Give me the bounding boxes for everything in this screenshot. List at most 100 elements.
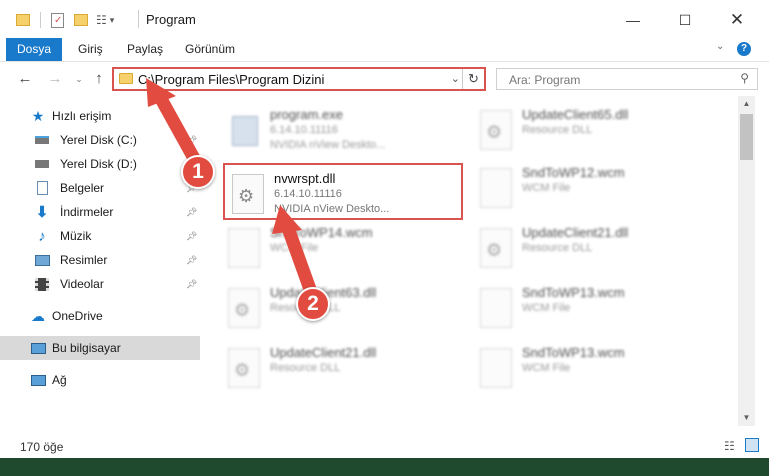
file-item[interactable]: program.exe 6.14.10.11116 NVIDIA nView D…: [222, 102, 452, 160]
pin-icon[interactable]: 📌︎: [186, 279, 197, 290]
pin-icon[interactable]: 📌︎: [186, 231, 197, 242]
sidebar-item-downloads[interactable]: ⬇ İndirmeler 📌︎: [0, 200, 200, 224]
file-item[interactable]: SndToWP13.wcm WCM File: [474, 280, 704, 338]
chevron-down-icon[interactable]: ⌄: [716, 41, 724, 52]
file-type: Resource DLL: [270, 362, 341, 374]
sidebar-item-label: Ağ: [52, 373, 67, 387]
pin-icon[interactable]: 📌︎: [186, 255, 197, 266]
file-name: UpdateClient65.dll: [522, 107, 629, 122]
search-icon[interactable]: ⚲: [740, 71, 749, 85]
large-icons-view-icon[interactable]: [745, 438, 759, 452]
file-name: program.exe: [270, 107, 343, 122]
file-item[interactable]: SndToWP13.wcm WCM File: [474, 340, 704, 398]
new-folder-icon[interactable]: [74, 14, 88, 26]
chevron-down-icon[interactable]: ⌄: [70, 69, 88, 89]
film-icon: [34, 277, 50, 291]
exe-file-icon: [228, 110, 260, 150]
sidebar-item-quick-access[interactable]: ★ Hızlı erişim: [0, 104, 200, 128]
tab-view[interactable]: Görünüm: [185, 38, 235, 61]
navigation-pane: ★ Hızlı erişim Yerel Disk (C:) 📌︎ Yerel …: [0, 96, 200, 436]
scroll-up-icon[interactable]: ▲: [738, 96, 755, 112]
file-item[interactable]: ⚙ UpdateClient65.dll Resource DLL: [474, 102, 704, 160]
search-placeholder: Ara: Program: [509, 73, 581, 87]
file-item[interactable]: ⚙ UpdateClient63.dll Resource DLL: [222, 280, 452, 338]
file-highlight-box: [223, 163, 463, 220]
file-item[interactable]: SndToWP12.wcm WCM File: [474, 160, 704, 218]
title-bar: ✓ ☷ ▾ Program — ☐ ✕: [0, 0, 769, 38]
sidebar-item-network[interactable]: Ağ: [0, 368, 200, 392]
file-name: SndToWP14.wcm: [270, 225, 373, 240]
sidebar-item-this-pc[interactable]: Bu bilgisayar: [0, 336, 200, 360]
file-type: WCM File: [522, 302, 571, 314]
computer-icon: [30, 341, 46, 355]
music-note-icon: ♪: [38, 227, 46, 245]
details-view-icon[interactable]: ☷: [724, 439, 735, 453]
dll-file-icon: ⚙: [480, 110, 512, 150]
sidebar-item-local-disk-c[interactable]: Yerel Disk (C:) 📌︎: [0, 128, 200, 152]
chevron-down-icon[interactable]: ▾: [110, 15, 115, 26]
help-icon[interactable]: ?: [737, 42, 751, 56]
file-version: 6.14.10.11116: [270, 124, 338, 136]
drive-icon: [34, 157, 50, 171]
view-options-icon[interactable]: ☷: [96, 13, 107, 27]
sidebar-item-local-disk-d[interactable]: Yerel Disk (D:): [0, 152, 200, 176]
folder-icon: [16, 14, 30, 26]
sidebar-item-label: Yerel Disk (C:): [60, 133, 137, 147]
tab-home[interactable]: Giriş: [78, 38, 103, 61]
pictures-icon: [34, 253, 50, 267]
up-arrow-icon[interactable]: ↑: [90, 69, 108, 89]
window-title: Program: [146, 12, 196, 27]
file-type: WCM File: [522, 182, 571, 194]
file-item[interactable]: ⚙ UpdateClient21.dll Resource DLL: [222, 340, 452, 398]
file-type: Resource DLL: [522, 124, 593, 136]
sidebar-item-label: Belgeler: [60, 181, 105, 195]
file-name: SndToWP12.wcm: [522, 165, 625, 180]
properties-icon[interactable]: ✓: [51, 12, 64, 28]
file-item[interactable]: SndToWP14.wcm WCM File: [222, 220, 452, 278]
scrollbar-thumb[interactable]: [740, 114, 753, 160]
sidebar-item-videos[interactable]: Videolar 📌︎: [0, 272, 200, 296]
callout-badge-2: 2: [296, 287, 330, 321]
back-arrow-icon[interactable]: ←: [16, 69, 34, 89]
dll-file-icon: ⚙: [228, 288, 260, 328]
sidebar-item-label: Resimler: [60, 253, 108, 267]
chevron-down-icon[interactable]: ⌄: [451, 72, 460, 85]
tab-share[interactable]: Paylaş: [127, 38, 163, 61]
address-path[interactable]: C:\Program Files\Program Dizini: [138, 72, 324, 87]
desktop-background: [0, 458, 769, 476]
sidebar-item-music[interactable]: ♪ Müzik 📌︎: [0, 224, 200, 248]
scroll-down-icon[interactable]: ▼: [738, 410, 755, 426]
search-input[interactable]: Ara: Program ⚲: [496, 68, 758, 90]
documents-icon: [34, 181, 50, 195]
sidebar-item-onedrive[interactable]: ☁ OneDrive: [0, 304, 200, 328]
close-button[interactable]: ✕: [714, 8, 760, 32]
file-item[interactable]: ⚙ UpdateClient21.dll Resource DLL: [474, 220, 704, 278]
minimize-button[interactable]: —: [610, 8, 656, 32]
divider: [40, 12, 41, 28]
address-bar[interactable]: C:\Program Files\Program Dizini ⌄ ↻: [112, 67, 486, 91]
callout-badge-1: 1: [181, 155, 215, 189]
file-icon: [480, 168, 512, 208]
dll-file-icon: ⚙: [480, 228, 512, 268]
pin-icon[interactable]: 📌︎: [186, 135, 197, 146]
file-name: SndToWP13.wcm: [522, 345, 625, 360]
cloud-icon: ☁: [31, 307, 45, 324]
file-list: program.exe 6.14.10.11116 NVIDIA nView D…: [202, 96, 736, 426]
vertical-scrollbar[interactable]: ▲ ▼: [738, 96, 755, 426]
item-count: 170 öğe: [20, 440, 64, 454]
folder-icon: [119, 73, 133, 84]
file-icon: [480, 288, 512, 328]
maximize-button[interactable]: ☐: [662, 8, 708, 32]
file-name: UpdateClient21.dll: [270, 345, 377, 360]
file-type: WCM File: [270, 242, 319, 254]
sidebar-item-pictures[interactable]: Resimler 📌︎: [0, 248, 200, 272]
tab-file[interactable]: Dosya: [6, 38, 62, 61]
forward-arrow-icon[interactable]: →: [46, 69, 64, 89]
sidebar-item-label: İndirmeler: [60, 205, 114, 219]
refresh-icon[interactable]: ↻: [462, 69, 484, 89]
sidebar-item-documents[interactable]: Belgeler 📌︎: [0, 176, 200, 200]
sidebar-item-label: OneDrive: [52, 309, 103, 323]
pin-icon[interactable]: 📌︎: [186, 207, 197, 218]
status-bar: 170 öğe ☷: [0, 436, 769, 458]
sidebar-item-label: Müzik: [60, 229, 92, 243]
